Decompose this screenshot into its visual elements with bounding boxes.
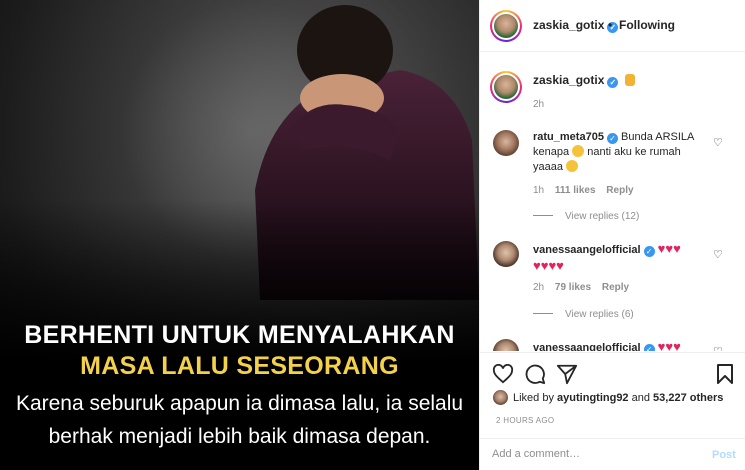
verified-icon: ✓ bbox=[643, 344, 655, 351]
liker-avatar[interactable] bbox=[493, 390, 508, 405]
comment-username[interactable]: vanessaangelofficial bbox=[533, 342, 641, 351]
comment-body-3: nanti aku ke rumah bbox=[587, 146, 681, 158]
separator-dot: • bbox=[608, 18, 613, 32]
post-time-ago[interactable]: 2 HOURS AGO bbox=[496, 416, 554, 425]
image-quote-2: berhak menjadi lebih baik dimasa depan. bbox=[48, 425, 431, 448]
reply-button[interactable]: Reply bbox=[602, 282, 629, 293]
like-heart-icon[interactable] bbox=[492, 364, 514, 384]
comment-body-1: Bunda ARSILA bbox=[621, 131, 695, 143]
comment-time: 1h bbox=[533, 185, 545, 196]
comment-like-heart-icon[interactable]: ♡ bbox=[713, 345, 723, 351]
view-replies-button[interactable]: View replies (6) bbox=[533, 309, 634, 320]
comment-text: ratu_meta705 ✓ Bunda ARSILA kenapa nanti … bbox=[533, 130, 703, 175]
comment-text: vanessaangelofficial ✓ ♥♥♥ bbox=[533, 339, 703, 351]
comment-username[interactable]: vanessaangelofficial bbox=[533, 244, 641, 256]
verified-icon: ✓ bbox=[643, 246, 655, 257]
add-comment-input[interactable] bbox=[492, 448, 692, 460]
view-replies-label[interactable]: View replies (6) bbox=[565, 309, 634, 320]
image-quote-1: Karena seburuk apapun ia dimasa lalu, ia… bbox=[15, 392, 464, 415]
bookmark-icon[interactable] bbox=[716, 363, 734, 385]
image-headline-1: BERHENTI UNTUK MENYALAHKAN bbox=[24, 321, 455, 349]
caption-avatar[interactable] bbox=[490, 71, 522, 103]
share-icon[interactable] bbox=[556, 363, 578, 385]
hug-face-emoji-icon bbox=[566, 160, 579, 172]
liker-username[interactable]: ayutingting92 bbox=[557, 392, 629, 404]
post-header: zaskia_gotix ✓ • Following bbox=[480, 0, 745, 52]
post-sidebar: zaskia_gotix ✓ • Following zaskia_gotix ✓ … bbox=[479, 0, 745, 470]
commenter-avatar[interactable] bbox=[493, 130, 519, 156]
view-replies-label[interactable]: View replies (12) bbox=[565, 211, 639, 222]
author-username[interactable]: zaskia_gotix bbox=[533, 18, 604, 32]
likes-summary: Liked by ayutingting92 and 53,227 others bbox=[513, 392, 723, 404]
caption-time: 2h bbox=[533, 99, 545, 110]
comment-body-4: yaaaa bbox=[533, 161, 563, 173]
caption-username[interactable]: zaskia_gotix bbox=[533, 73, 604, 87]
reply-button[interactable]: Reply bbox=[606, 185, 633, 196]
commenter-avatar[interactable] bbox=[493, 241, 519, 267]
author-avatar[interactable] bbox=[490, 10, 522, 42]
comment-like-heart-icon[interactable]: ♡ bbox=[713, 248, 723, 261]
comment-bar: Post bbox=[480, 438, 745, 470]
comment-likes[interactable]: 79 likes bbox=[555, 282, 591, 293]
comment-icon[interactable] bbox=[524, 363, 546, 385]
comment-likes[interactable]: 111 likes bbox=[555, 185, 596, 196]
likes-conjunction: and bbox=[631, 392, 650, 404]
verified-icon: ✓ bbox=[606, 133, 618, 144]
following-button[interactable]: Following bbox=[619, 18, 675, 32]
comment-time: 2h bbox=[533, 282, 545, 293]
comment-meta: 1h 111 likes Reply bbox=[533, 185, 634, 196]
commenter-avatar[interactable] bbox=[493, 339, 519, 351]
comment-username[interactable]: ratu_meta705 bbox=[533, 131, 604, 143]
comment-like-heart-icon[interactable]: ♡ bbox=[713, 136, 723, 149]
author-username-block[interactable]: zaskia_gotix ✓ bbox=[533, 18, 619, 33]
red-heart-emoji-icon: ♥♥♥ bbox=[657, 339, 681, 351]
caption-username-block[interactable]: zaskia_gotix ✓ bbox=[533, 73, 635, 88]
post-comment-button[interactable]: Post bbox=[712, 449, 736, 461]
post-image[interactable]: BERHENTI UNTUK MENYALAHKAN MASA LALU SES… bbox=[0, 0, 479, 470]
likes-prefix: Liked by bbox=[513, 392, 554, 404]
verified-icon: ✓ bbox=[607, 77, 619, 88]
comment-body-2: kenapa bbox=[533, 146, 570, 158]
worried-face-emoji-icon bbox=[572, 145, 585, 157]
view-replies-button[interactable]: View replies (12) bbox=[533, 211, 639, 222]
action-bar: Liked by ayutingting92 and 53,227 others… bbox=[480, 352, 745, 430]
image-headline-2: MASA LALU SESEORANG bbox=[80, 352, 399, 380]
likes-others[interactable]: 53,227 others bbox=[653, 392, 723, 404]
comment-text: vanessaangelofficial ✓ ♥♥♥ ♥♥♥♥ bbox=[533, 241, 703, 275]
red-heart-emoji-icon: ♥♥♥♥ bbox=[533, 258, 564, 273]
comment-meta: 2h 79 likes Reply bbox=[533, 282, 629, 293]
thumbs-up-emoji-icon bbox=[624, 74, 635, 86]
red-heart-emoji-icon: ♥♥♥ bbox=[657, 241, 681, 256]
comments-list[interactable]: zaskia_gotix ✓ 2h ratu_meta705 ✓ Bunda ARS… bbox=[480, 53, 745, 351]
